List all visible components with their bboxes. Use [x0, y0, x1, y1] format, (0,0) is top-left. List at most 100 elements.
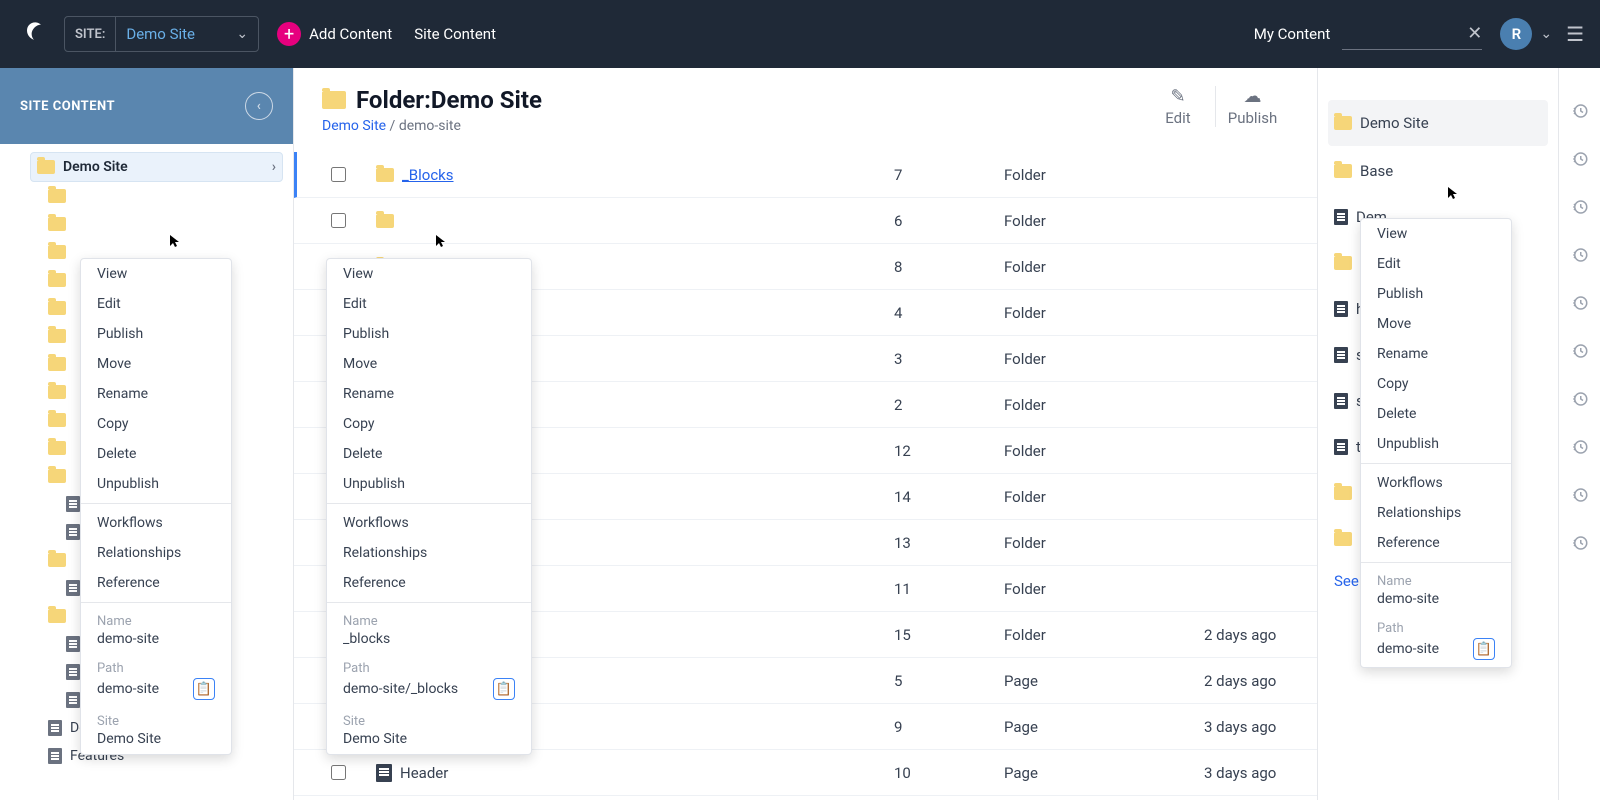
folder-icon: [48, 357, 66, 371]
site-content-link[interactable]: Site Content: [414, 25, 496, 43]
row-type: Folder: [1004, 534, 1204, 552]
ctx-workflows[interactable]: Workflows: [81, 508, 231, 538]
folder-icon: [48, 217, 66, 231]
collapse-sidebar-button[interactable]: ‹: [245, 92, 273, 120]
ctx-move[interactable]: Move: [81, 349, 231, 379]
history-icon[interactable]: [1571, 294, 1589, 312]
context-menu-recent[interactable]: ViewEditPublishMoveRenameCopyDeleteUnpub…: [1360, 218, 1512, 668]
folder-icon: [376, 168, 394, 182]
history-icon[interactable]: [1571, 198, 1589, 216]
row-checkbox[interactable]: [331, 765, 346, 780]
history-icon[interactable]: [1571, 246, 1589, 264]
row-num: 6: [894, 212, 1004, 230]
site-picker[interactable]: SITE: Demo Site ⌄: [64, 16, 259, 52]
row-type: Folder: [1004, 488, 1204, 506]
add-content-button[interactable]: + Add Content: [277, 22, 392, 46]
row-checkbox[interactable]: [331, 167, 346, 182]
ctx-edit[interactable]: Edit: [81, 289, 231, 319]
row-type: Folder: [1004, 350, 1204, 368]
ctx-view[interactable]: View: [1361, 219, 1511, 249]
history-icon[interactable]: [1571, 486, 1589, 504]
recent-label: Base: [1360, 162, 1393, 180]
row-type: Folder: [1004, 166, 1204, 184]
history-icon[interactable]: [1571, 150, 1589, 168]
table-row[interactable]: 6Folder: [294, 198, 1317, 244]
recent-item[interactable]: Base: [1334, 148, 1542, 194]
ctx-reference[interactable]: Reference: [1361, 528, 1511, 558]
app-logo[interactable]: [16, 16, 52, 52]
table-row[interactable]: _Blocks7Folder: [294, 152, 1317, 198]
edit-button[interactable]: ✎Edit: [1141, 86, 1215, 127]
copy-path-button[interactable]: 📋: [193, 678, 215, 700]
folder-icon: [48, 413, 66, 427]
row-num: 2: [894, 396, 1004, 414]
copy-path-button[interactable]: 📋: [493, 678, 515, 700]
ctx-reference[interactable]: Reference: [81, 568, 231, 598]
block-icon: [1334, 439, 1348, 455]
row-num: 11: [894, 580, 1004, 598]
row-link[interactable]: _Blocks: [402, 166, 454, 184]
ctx-delete[interactable]: Delete: [1361, 399, 1511, 429]
history-icon[interactable]: [1571, 102, 1589, 120]
history-icon[interactable]: [1571, 342, 1589, 360]
copy-path-button[interactable]: 📋: [1473, 638, 1495, 660]
ctx-relationships[interactable]: Relationships: [327, 538, 531, 568]
folder-icon: [322, 91, 346, 109]
search-box[interactable]: ✕: [1342, 18, 1482, 50]
ctx-view[interactable]: View: [327, 259, 531, 289]
ctx-unpublish[interactable]: Unpublish: [1361, 429, 1511, 459]
ctx-workflows[interactable]: Workflows: [1361, 468, 1511, 498]
context-menu-sidebar[interactable]: ViewEditPublishMoveRenameCopyDeleteUnpub…: [80, 258, 232, 755]
row-name: Header: [400, 764, 448, 782]
breadcrumb-link[interactable]: Demo Site: [322, 118, 386, 134]
ctx-rename[interactable]: Rename: [81, 379, 231, 409]
context-menu-row[interactable]: ViewEditPublishMoveRenameCopyDeleteUnpub…: [326, 258, 532, 755]
ctx-edit[interactable]: Edit: [327, 289, 531, 319]
ctx-relationships[interactable]: Relationships: [81, 538, 231, 568]
close-icon[interactable]: ✕: [1467, 23, 1482, 44]
my-content-link[interactable]: My Content: [1254, 25, 1331, 43]
row-num: 8: [894, 258, 1004, 276]
page-icon: [48, 720, 62, 736]
page-title: Folder: Demo Site: [322, 86, 542, 114]
ctx-unpublish[interactable]: Unpublish: [81, 469, 231, 499]
page-icon: [376, 764, 392, 782]
row-type: Page: [1004, 672, 1204, 690]
page-icon: [48, 748, 62, 764]
ctx-move[interactable]: Move: [1361, 309, 1511, 339]
tree-root[interactable]: Demo Site›: [30, 152, 283, 182]
recent-item[interactable]: Demo Site: [1328, 100, 1548, 146]
ctx-rename[interactable]: Rename: [327, 379, 531, 409]
history-icon[interactable]: [1571, 534, 1589, 552]
ctx-rename[interactable]: Rename: [1361, 339, 1511, 369]
row-time: 2 days ago: [1204, 626, 1317, 644]
ctx-move[interactable]: Move: [327, 349, 531, 379]
history-icon[interactable]: [1571, 438, 1589, 456]
ctx-publish[interactable]: Publish: [327, 319, 531, 349]
tree-folder[interactable]: [30, 182, 283, 210]
row-type: Page: [1004, 718, 1204, 736]
history-icon[interactable]: [1571, 390, 1589, 408]
ctx-publish[interactable]: Publish: [1361, 279, 1511, 309]
row-checkbox[interactable]: [331, 213, 346, 228]
ctx-copy[interactable]: Copy: [81, 409, 231, 439]
ctx-view[interactable]: View: [81, 259, 231, 289]
history-rail: [1558, 68, 1600, 800]
row-num: 10: [894, 764, 1004, 782]
ctx-delete[interactable]: Delete: [327, 439, 531, 469]
page-icon: [66, 496, 80, 512]
ctx-delete[interactable]: Delete: [81, 439, 231, 469]
ctx-unpublish[interactable]: Unpublish: [327, 469, 531, 499]
ctx-relationships[interactable]: Relationships: [1361, 498, 1511, 528]
hamburger-menu[interactable]: ☰: [1566, 22, 1584, 46]
publish-button[interactable]: ☁Publish: [1215, 86, 1289, 127]
table-row[interactable]: Header10Page3 days ago: [294, 750, 1317, 796]
tree-folder[interactable]: [30, 210, 283, 238]
ctx-publish[interactable]: Publish: [81, 319, 231, 349]
ctx-copy[interactable]: Copy: [327, 409, 531, 439]
ctx-reference[interactable]: Reference: [327, 568, 531, 598]
ctx-workflows[interactable]: Workflows: [327, 508, 531, 538]
ctx-copy[interactable]: Copy: [1361, 369, 1511, 399]
user-menu[interactable]: R ⌄: [1500, 18, 1552, 50]
ctx-edit[interactable]: Edit: [1361, 249, 1511, 279]
